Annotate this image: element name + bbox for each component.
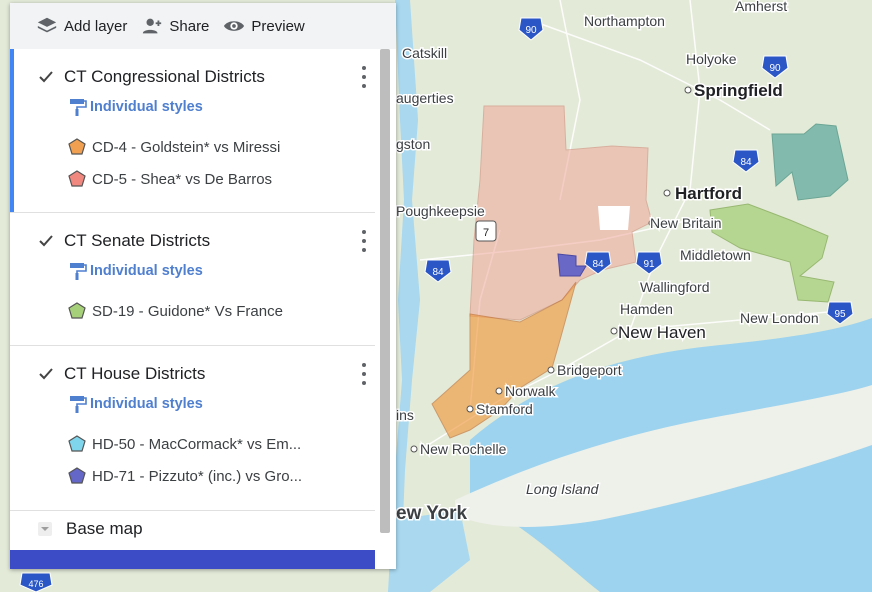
list-item[interactable]: CD-5 - Shea* vs De Barros: [10, 163, 375, 195]
label-poughkeepsie: Poughkeepsie: [396, 203, 485, 219]
svg-text:84: 84: [740, 157, 752, 168]
label-bridgeport: Bridgeport: [557, 362, 622, 378]
more-options-icon[interactable]: [359, 363, 369, 385]
label-springfield: Springfield: [694, 81, 783, 100]
layer-house[interactable]: CT House Districts Individual styles HD-…: [10, 346, 375, 511]
chevron-down-icon: [38, 522, 52, 536]
share-button[interactable]: Share: [141, 15, 209, 37]
eye-icon: [224, 21, 245, 31]
polygon-icon: [68, 467, 86, 484]
panel-toolbar: Add layer Share Preview: [10, 3, 396, 49]
item-label: SD-19 - Guidone* Vs France: [92, 302, 283, 320]
panel-scrollbar[interactable]: [380, 49, 390, 533]
svg-text:476: 476: [28, 579, 43, 589]
polygon-icon: [68, 170, 86, 187]
layer-congressional[interactable]: CT Congressional Districts Individual st…: [10, 49, 375, 213]
add-layer-label: Add layer: [64, 17, 128, 35]
label-stamford: Stamford: [476, 401, 533, 417]
panel-bottom-bar: [10, 550, 375, 569]
cd5-hole: [598, 206, 630, 230]
polygon-icon: [68, 435, 86, 452]
layer-title: CT Senate Districts: [64, 231, 211, 250]
label-new-rochelle: New Rochelle: [420, 441, 507, 457]
checkmark-icon: [39, 368, 53, 380]
label-new-york: ew York: [396, 503, 468, 524]
label-amherst: Amherst: [735, 0, 787, 14]
preview-label: Preview: [251, 17, 305, 35]
label-northampton: Northampton: [584, 13, 665, 29]
label-holyoke: Holyoke: [686, 51, 737, 67]
svg-text:7: 7: [483, 227, 489, 239]
label-hamden: Hamden: [620, 301, 673, 317]
add-layer-button[interactable]: Add layer: [36, 15, 127, 37]
item-label: HD-71 - Pizzuto* (inc.) vs Gro...: [92, 467, 303, 485]
svg-text:90: 90: [525, 25, 537, 36]
label-wallingford: Wallingford: [640, 279, 710, 295]
us7-shield: 7: [475, 220, 497, 242]
label-ossining: ins: [396, 407, 414, 423]
layer-title: CT House Districts: [64, 364, 206, 383]
preview-button[interactable]: Preview: [223, 15, 305, 37]
label-new-haven: New Haven: [618, 323, 706, 342]
polygon-icon: [68, 138, 86, 155]
list-item[interactable]: CD-4 - Goldstein* vs Miressi: [10, 131, 375, 163]
svg-text:84: 84: [592, 259, 604, 270]
base-map-label: Base map: [66, 519, 143, 538]
label-saugerties: augerties: [396, 90, 454, 106]
label-catskill: Catskill: [402, 45, 447, 61]
list-item[interactable]: HD-71 - Pizzuto* (inc.) vs Gro...: [10, 460, 375, 492]
label-norwalk: Norwalk: [505, 383, 557, 399]
label-middletown: Middletown: [680, 247, 751, 263]
more-options-icon[interactable]: [359, 230, 369, 252]
checkmark-icon: [39, 235, 53, 247]
label-hartford: Hartford: [675, 184, 742, 203]
svg-text:84: 84: [432, 267, 444, 278]
svg-text:95: 95: [834, 309, 846, 320]
checkmark-icon: [39, 71, 53, 83]
share-label: Share: [169, 17, 210, 35]
label-new-london: New London: [740, 310, 819, 326]
item-label: CD-5 - Shea* vs De Barros: [92, 170, 273, 188]
label-kingston: gston: [396, 136, 430, 152]
layers-list: CT Congressional Districts Individual st…: [10, 49, 375, 511]
layer-checkbox[interactable]: [38, 69, 54, 85]
list-item[interactable]: SD-19 - Guidone* Vs France: [10, 295, 375, 327]
list-item[interactable]: HD-50 - MacCormack* vs Em...: [10, 428, 375, 460]
base-map-row[interactable]: Base map: [10, 508, 396, 550]
layer-checkbox[interactable]: [38, 233, 54, 249]
layers-panel: Add layer Share Preview CT Congressional…: [10, 3, 396, 569]
layers-icon: [37, 17, 57, 33]
add-person-icon: [143, 18, 162, 34]
label-new-britain: New Britain: [650, 215, 722, 231]
label-long-island: Long Island: [526, 481, 600, 497]
layer-senate[interactable]: CT Senate Districts Individual styles SD…: [10, 213, 375, 346]
item-label: CD-4 - Goldstein* vs Miressi: [92, 138, 281, 156]
polygon-icon: [68, 302, 86, 319]
svg-text:91: 91: [643, 259, 655, 270]
more-options-icon[interactable]: [359, 66, 369, 88]
layer-checkbox[interactable]: [38, 366, 54, 382]
item-label: HD-50 - MacCormack* vs Em...: [92, 435, 302, 453]
svg-text:90: 90: [769, 63, 781, 74]
layer-title: CT Congressional Districts: [64, 67, 265, 86]
